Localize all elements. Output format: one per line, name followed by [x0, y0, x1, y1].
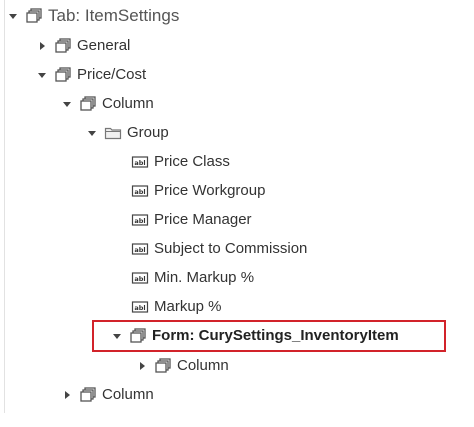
- text-field-icon: abl: [131, 299, 149, 315]
- stacked-pages-icon: [54, 38, 72, 54]
- tree-field-subject-to-commission[interactable]: abl Subject to Commission: [131, 237, 307, 261]
- folder-icon: [104, 125, 122, 141]
- tree-node-label: Price Workgroup: [154, 182, 266, 199]
- tree-guide-line: [4, 0, 5, 413]
- caret-down-icon[interactable]: [8, 11, 18, 21]
- stacked-pages-icon: [154, 358, 172, 374]
- tree-node-label: General: [77, 37, 131, 54]
- tree-node-label: Column: [177, 357, 229, 374]
- tree-node-group[interactable]: Group: [87, 121, 169, 145]
- stacked-pages-icon: [79, 96, 97, 112]
- tree-node-label: Group: [127, 124, 169, 141]
- tree-node-tab-itemsettings[interactable]: Tab: ItemSettings: [8, 4, 179, 28]
- tree-node-label: Column: [102, 386, 154, 403]
- text-field-icon: abl: [131, 212, 149, 228]
- tree-node-form-column[interactable]: Column: [137, 354, 229, 378]
- svg-text:abl: abl: [134, 188, 145, 196]
- stacked-pages-icon: [25, 8, 43, 24]
- caret-down-icon[interactable]: [112, 331, 122, 341]
- caret-right-icon[interactable]: [137, 361, 147, 371]
- stacked-pages-icon: [54, 67, 72, 83]
- svg-text:abl: abl: [134, 246, 145, 254]
- caret-down-icon[interactable]: [37, 70, 47, 80]
- tree-field-markup[interactable]: abl Markup %: [131, 295, 222, 319]
- stacked-pages-icon: [79, 387, 97, 403]
- tree-node-label: Price Class: [154, 153, 230, 170]
- svg-text:abl: abl: [134, 304, 145, 312]
- tree-node-general[interactable]: General: [37, 34, 130, 58]
- tree-node-label: Price/Cost: [77, 66, 147, 83]
- text-field-icon: abl: [131, 154, 149, 170]
- tree-node-form-curysettings-inventoryitem[interactable]: Form: CurySettings_InventoryItem: [112, 324, 399, 348]
- tree-node-label: Column: [102, 95, 154, 112]
- tree-node-label: Subject to Commission: [154, 240, 308, 257]
- tree-node-label: Price Manager: [154, 211, 252, 228]
- tree-field-price-class[interactable]: abl Price Class: [131, 150, 230, 174]
- svg-text:abl: abl: [134, 275, 145, 283]
- caret-right-icon[interactable]: [37, 41, 47, 51]
- caret-down-icon[interactable]: [87, 128, 97, 138]
- text-field-icon: abl: [131, 183, 149, 199]
- tree-field-price-workgroup[interactable]: abl Price Workgroup: [131, 179, 265, 203]
- tree-field-min-markup[interactable]: abl Min. Markup %: [131, 266, 254, 290]
- caret-down-icon[interactable]: [62, 99, 72, 109]
- tree-node-price-cost[interactable]: Price/Cost: [37, 63, 146, 87]
- tree-node-label: Markup %: [154, 298, 222, 315]
- svg-text:abl: abl: [134, 159, 145, 167]
- text-field-icon: abl: [131, 270, 149, 286]
- tree-node-label: Min. Markup %: [154, 269, 255, 286]
- tree-node-column[interactable]: Column: [62, 92, 154, 116]
- tree-field-price-manager[interactable]: abl Price Manager: [131, 208, 252, 232]
- tree-node-label: Form: CurySettings_InventoryItem: [152, 327, 399, 344]
- text-field-icon: abl: [131, 241, 149, 257]
- svg-text:abl: abl: [134, 217, 145, 225]
- caret-right-icon[interactable]: [62, 390, 72, 400]
- tree-node-label: Tab: ItemSettings: [48, 6, 180, 25]
- stacked-pages-icon: [129, 328, 147, 344]
- tree-node-column-2[interactable]: Column: [62, 383, 154, 407]
